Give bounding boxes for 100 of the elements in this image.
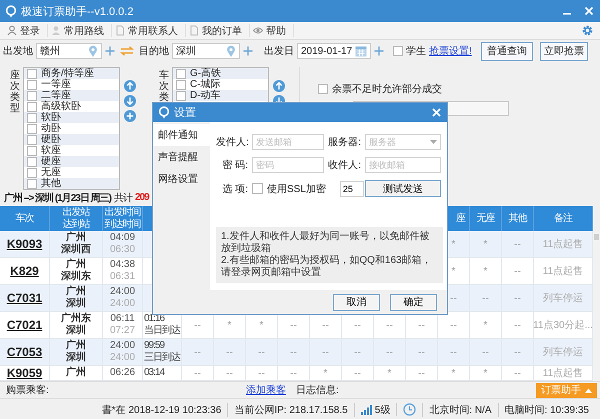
checkbox-label: 硬卧 [41,134,61,145]
remark-text: 11点起售 [542,264,584,278]
seat-availability: -- [322,346,329,358]
column-header: 备注 [554,212,572,224]
seat-availability: -- [514,266,521,276]
seat-availability: -- [418,346,425,358]
total-label: 共计 [114,192,132,204]
station-name: 广州 [66,367,86,379]
arrival-day-text: 三日到达 [144,352,180,364]
route-text: 广州 --> 深圳 (1月23日 周三) [4,191,111,204]
checkbox-label: 学生 [406,44,426,58]
time-text: 07:27 [110,325,136,337]
station-name: 深圳 [66,298,86,310]
station-name: 深圳 [66,352,86,364]
field-label: 选 项: [221,182,248,196]
seat-availability: -- [194,346,201,358]
seat-availability: * [452,368,456,378]
column-header: 出发站 [62,206,90,218]
checkbox-label: 动卧 [41,123,61,134]
checkbox-label: 二等座 [41,90,71,101]
checkbox-label: D-动车 [190,90,221,101]
signal-level: 5级 [374,404,390,416]
seat-availability: -- [226,346,233,358]
seat-availability: * [484,368,488,378]
time-text: 24:00 [110,298,136,310]
station-name: 深圳东 [61,271,91,283]
column-header: 到达时间 [104,218,140,230]
station-name: 广州 [66,232,86,244]
station-name: 广州 [66,259,86,270]
time-text: 24:00 [110,286,136,298]
checkbox-label: 软座 [41,145,61,156]
seat-availability: -- [514,238,521,250]
checkbox-label: 硬座 [41,156,61,167]
checkbox-label: C-城际 [190,79,221,90]
station-name: 广州东 [61,313,91,324]
field-value: 赣州 [40,44,60,58]
seat-availability: -- [514,368,521,378]
column-header: 达到站 [62,218,90,230]
seat-availability: -- [226,368,233,378]
seat-availability: -- [258,346,265,358]
remark-text: 11点起售 [542,238,584,251]
seat-availability: -- [386,320,393,330]
checkbox-label: 高级软卧 [41,101,81,112]
field-label: 出发日 [264,44,294,58]
remark-text: 列车停运 [543,292,583,305]
seat-availability: -- [322,320,329,330]
seat-availability: * [484,266,488,276]
status-text: 电脑时间: 10:39:35 [498,402,595,416]
status-text: 書*在 2018-12-19 10:23:36 [100,404,222,416]
time-text: 06:26 [110,367,136,379]
station-name: 广州 [66,340,86,352]
duration-text: 03:14 [144,367,164,379]
time-text: 06:31 [110,271,136,283]
seat-availability: -- [258,368,265,378]
seat-availability: -- [194,368,201,378]
seat-availability: -- [290,320,297,330]
status-text: 北京时间: N/A [422,402,498,416]
time-text: 06:11 [110,313,135,325]
seat-availability: -- [194,320,201,330]
seat-availability: * [324,368,328,378]
column-header: 出发时间 [104,206,140,218]
station-name: 广州 [66,286,86,298]
remark-text: 11点起售 [542,366,584,380]
seat-availability: -- [290,346,297,358]
column-header: 车次 [16,212,34,224]
column-header: 其他 [508,212,526,224]
seat-availability: -- [514,292,521,304]
seat-availability: -- [450,292,457,304]
list-label: 座次类型 [10,70,20,114]
checkbox-label: 其他 [41,178,61,189]
time-text: 04:38 [110,259,136,271]
seat-availability: -- [354,320,361,330]
time-text: 06:30 [110,244,136,256]
checkbox-label: 软卧 [41,112,61,123]
field-label: 服务器: [328,136,361,149]
station-name: 深圳 [66,325,86,337]
remark-text: 11点30分起... [533,318,593,332]
checkbox-label: 一等座 [41,79,71,90]
column-header: 座 [456,212,465,224]
arrival-day-text: 当日到达 [144,325,180,337]
seat-availability: -- [514,346,521,358]
field-label: 出发地 [3,44,33,58]
list-label: 车次类 [159,70,169,103]
seat-availability: * [484,320,488,330]
seat-availability: * [452,266,456,276]
status-text: 当前公网IP: 218.17.158.5 [227,402,354,416]
seat-availability: -- [450,320,457,330]
seat-availability: -- [482,292,489,304]
field-value: 深圳 [176,44,196,58]
seat-availability: * [484,238,488,250]
seat-availability: * [260,320,264,330]
seat-availability: -- [482,346,489,358]
time-text: 24:00 [110,352,136,364]
field-label: 目的地 [139,44,169,58]
field-label: 收件人: [328,159,361,172]
checkbox-label: 使用SSL加密 [267,182,326,196]
train-count: 209 [134,192,149,203]
time-text: 04:09 [110,232,136,244]
checkbox-label: 无座 [41,167,61,178]
field-label: 密 码: [221,158,248,172]
